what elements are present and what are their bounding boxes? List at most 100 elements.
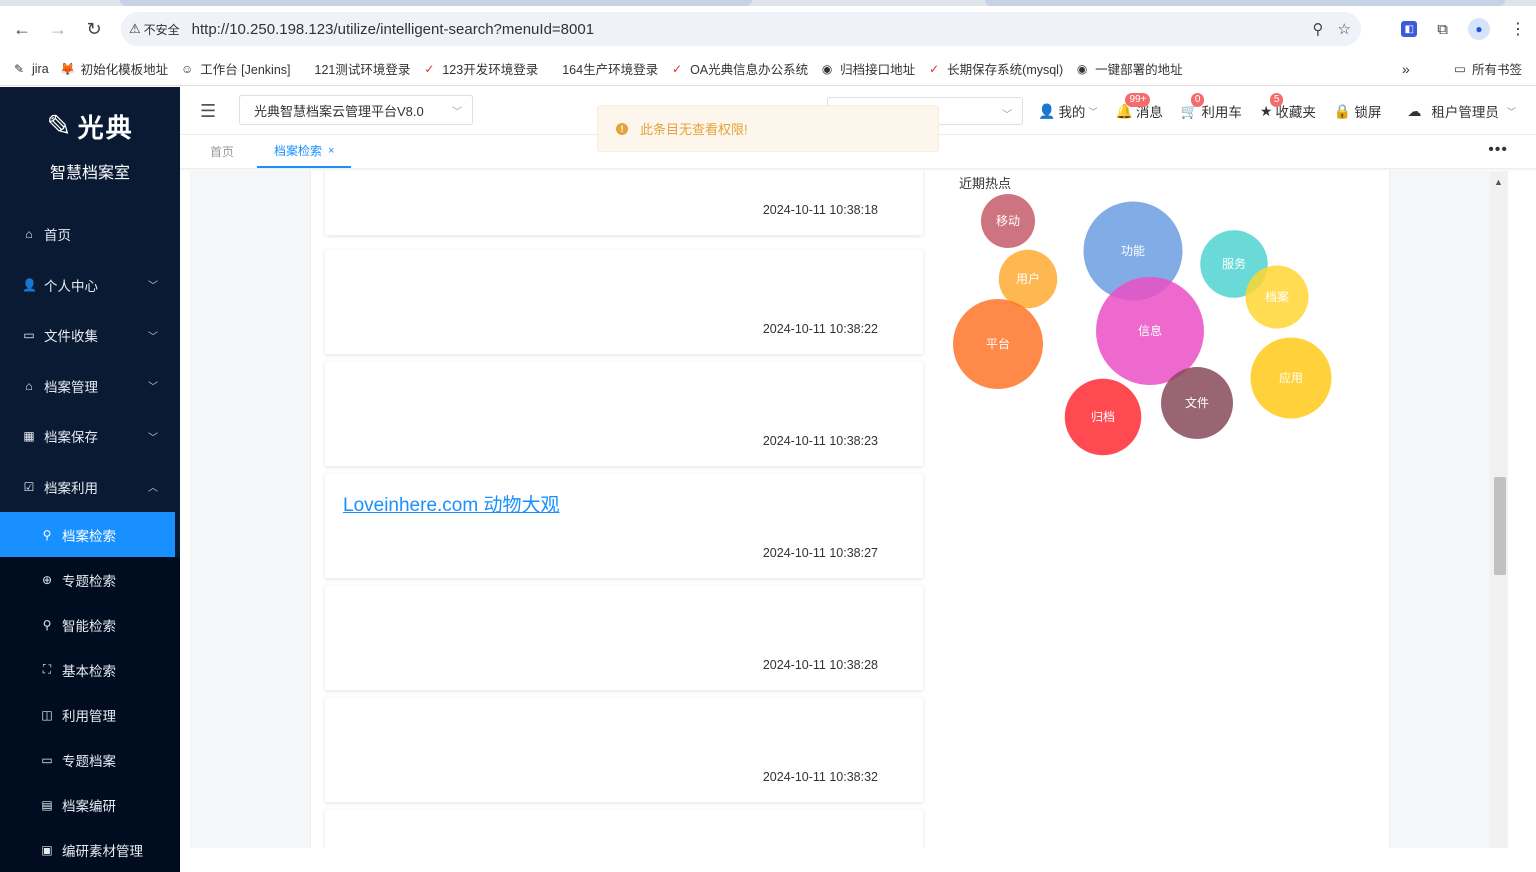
bookmark-item[interactable]: ✓ 长期保存系统(mysql) — [927, 59, 1063, 78]
logo: ✎ 光典 — [0, 87, 180, 157]
extensions-puzzle-icon[interactable]: ⧉ — [1437, 21, 1448, 38]
platform-select[interactable]: 光典智慧档案云管理平台V8.0 ﹀ — [239, 95, 473, 125]
bookmark-item[interactable]: ☺ 工作台 [Jenkins] — [180, 59, 290, 78]
sidebar-item[interactable]: ▭ 文件收集 ﹀ — [0, 310, 180, 361]
bookmark-item[interactable]: 164生产环境登录 — [562, 59, 658, 78]
chevron-icon: ﹀ — [148, 331, 158, 343]
zoom-icon[interactable]: ⚲ — [1313, 20, 1324, 38]
sidebar-subitem-label: 档案编研 — [62, 798, 116, 814]
profile-avatar-icon[interactable]: ● — [1468, 18, 1490, 40]
building-icon: ▦ — [23, 429, 35, 444]
sidebar-subitem[interactable]: ◫ 利用管理 — [0, 692, 180, 737]
tab-archive-search[interactable]: 档案检索 × — [257, 135, 352, 168]
mine-menu[interactable]: 👤 我的 ﹀ — [1038, 101, 1097, 121]
sidebar-subitem[interactable]: ▭ 专题档案 — [0, 737, 180, 782]
app-name: 智慧档案室 — [49, 165, 130, 182]
bubble-label: 档案 — [1265, 289, 1289, 304]
url-text[interactable]: http://10.250.198.123/utilize/intelligen… — [192, 21, 594, 38]
close-icon[interactable]: × — [328, 145, 334, 157]
bookmark-star-icon[interactable]: ☆ — [1338, 20, 1351, 38]
tab-home[interactable]: 首页 — [210, 135, 234, 168]
hot-topic-bubble[interactable]: 平台 — [953, 299, 1043, 389]
tenant-menu[interactable]: ☁ 租户管理员 ﹀ — [1407, 101, 1516, 121]
chevron-down-icon: ﹀ — [1088, 106, 1098, 117]
sidebar-item[interactable]: 👤 个人中心 ﹀ — [0, 260, 180, 311]
favorites-button[interactable]: ★ 5 收藏夹 — [1260, 93, 1316, 121]
sidebar-subitem[interactable]: ⊕ 专题检索 — [0, 557, 180, 602]
bubble-label: 信息 — [1138, 323, 1162, 338]
bubble-label: 移动 — [996, 214, 1020, 228]
hot-topic-bubble[interactable]: 用户 — [998, 249, 1058, 309]
messages-badge: 99+ — [1125, 93, 1151, 107]
checkmark-icon: ✓ — [424, 61, 435, 76]
toast-message: 此条目无查看权限! — [640, 122, 748, 137]
bookmarks-overflow-icon[interactable]: » — [1402, 61, 1410, 77]
sidebar-subitem[interactable]: ⛶ 基本检索 — [0, 647, 180, 692]
sidebar-subitem[interactable]: ▣ 编研素材管理 — [0, 827, 180, 872]
sidebar-item[interactable]: ⌂ 首页 — [0, 209, 180, 260]
result-title-link[interactable]: Loveinhere.com 动物大观 — [343, 490, 559, 517]
bookmark-item[interactable]: ✓ 123开发环境登录 — [422, 59, 538, 78]
search-icon: ⚲ — [42, 527, 52, 542]
result-card[interactable]: 2024-10-11 10:38:28 — [325, 586, 923, 690]
top-bar: ☰ 光典智慧档案云管理平台V8.0 ﹀ ﹀ 👤 我的 ﹀ 🔔 99+ 消息 🛒 … — [180, 87, 1536, 152]
hot-topic-bubble[interactable]: 归档 — [1064, 378, 1142, 456]
scroll-thumb[interactable] — [1494, 477, 1506, 575]
insecure-label: 不安全 — [143, 22, 180, 37]
sidebar-item[interactable]: ☑ 档案利用 ︿ — [0, 462, 180, 513]
hot-topic-bubble[interactable]: 移动 — [981, 194, 1035, 248]
browser-menu-icon[interactable]: ⋮ — [1510, 19, 1526, 39]
bubble-label: 归档 — [1091, 410, 1115, 424]
sidebar: ✎ 光典 智慧档案室 ⌂ 首页 👤 个人中心 ﹀ ▭ 文件收集 ﹀ ⌂ 档案管理 ﹀ ▦ 档案保存 ﹀ ☑ 档… — [0, 87, 180, 872]
result-date: 2024-10-11 10:38:28 — [762, 658, 878, 672]
omnibox[interactable]: ⚠ 不安全 http://10.250.198.123/utilize/inte… — [121, 12, 1361, 46]
result-card[interactable]: 2024-10-11 10:38:18 — [325, 171, 923, 235]
result-date: 2024-10-11 10:38:27 — [762, 546, 878, 560]
sidebar-subitem[interactable]: ⚲ 智能检索 — [0, 602, 180, 647]
logo-mark-icon: ✎ — [46, 109, 74, 143]
extension-icon[interactable]: ◧ — [1401, 21, 1418, 37]
cart-button[interactable]: 🛒 0 利用车 — [1181, 93, 1242, 121]
messages-button[interactable]: 🔔 99+ 消息 — [1115, 93, 1163, 121]
content-area: 近期热点 移动 功能 服务 用户 档案 信息 平台 应用 文件 归档 2024-10-11 10:… — [190, 171, 1508, 848]
hamburger-icon[interactable]: ☰ — [200, 101, 216, 122]
bookmark-item[interactable]: ✎ jira — [12, 62, 49, 76]
bookmark-item[interactable]: ◉ 一键部署的地址 — [1075, 59, 1183, 78]
user-icon: 👤 — [22, 277, 37, 292]
hot-topic-bubble[interactable]: 文件 — [1161, 367, 1233, 439]
bookmark-label: 工作台 [Jenkins] — [200, 63, 291, 77]
jenkins-icon: ☺ — [181, 61, 194, 76]
search-icon: ⚲ — [42, 617, 52, 632]
sidebar-subitem-label: 档案检索 — [62, 528, 116, 544]
bookmark-label: 121测试环境登录 — [314, 63, 411, 77]
bookmark-item[interactable]: 121测试环境登录 — [315, 59, 411, 78]
chevron-down-icon: ﹀ — [452, 106, 462, 118]
more-icon[interactable]: ••• — [1488, 141, 1508, 159]
result-card[interactable]: 2024-10-11 10:38:23 — [325, 362, 923, 466]
hot-topic-bubble[interactable]: 应用 — [1250, 337, 1332, 419]
sidebar-subitem[interactable]: ⚲ 档案检索 — [0, 512, 175, 557]
scrollbar[interactable]: ▲ — [1490, 171, 1508, 848]
logo-text: 光典 — [77, 112, 134, 143]
bookmark-item[interactable]: ✓ OA光典信息办公系统 — [670, 59, 808, 78]
lock-screen-button[interactable]: 🔒 锁屏 — [1334, 101, 1381, 121]
hot-topic-bubble[interactable]: 档案 — [1245, 265, 1309, 329]
result-card[interactable]: 2024-10-11 10:38:22 — [325, 250, 923, 354]
result-card[interactable] — [325, 810, 923, 848]
folder-icon: ▭ — [23, 328, 35, 343]
sidebar-item[interactable]: ▦ 档案保存 ﹀ — [0, 411, 180, 462]
globe-icon: ◉ — [821, 61, 833, 76]
back-icon[interactable]: ← — [4, 11, 40, 47]
result-card[interactable]: Loveinhere.com 动物大观 2024-10-11 10:38:27 — [325, 474, 923, 578]
bookmark-label: OA光典信息办公系统 — [690, 63, 809, 77]
forward-icon[interactable]: → — [40, 11, 76, 47]
bookmark-item[interactable]: ◉ 归档接口地址 — [820, 59, 915, 78]
all-bookmarks-folder[interactable]: ▭ 所有书签 — [1454, 59, 1522, 78]
sidebar-subitem[interactable]: ▤ 档案编研 — [0, 782, 180, 827]
result-card[interactable]: 2024-10-11 10:38:32 — [325, 698, 923, 802]
sidebar-item[interactable]: ⌂ 档案管理 ﹀ — [0, 361, 180, 412]
reload-icon[interactable]: ↻ — [76, 11, 112, 47]
scroll-up-icon[interactable]: ▲ — [1494, 177, 1503, 187]
insecure-indicator[interactable]: ⚠ 不安全 — [129, 21, 188, 38]
bookmark-item[interactable]: 🦊 初始化模板地址 — [60, 59, 168, 78]
